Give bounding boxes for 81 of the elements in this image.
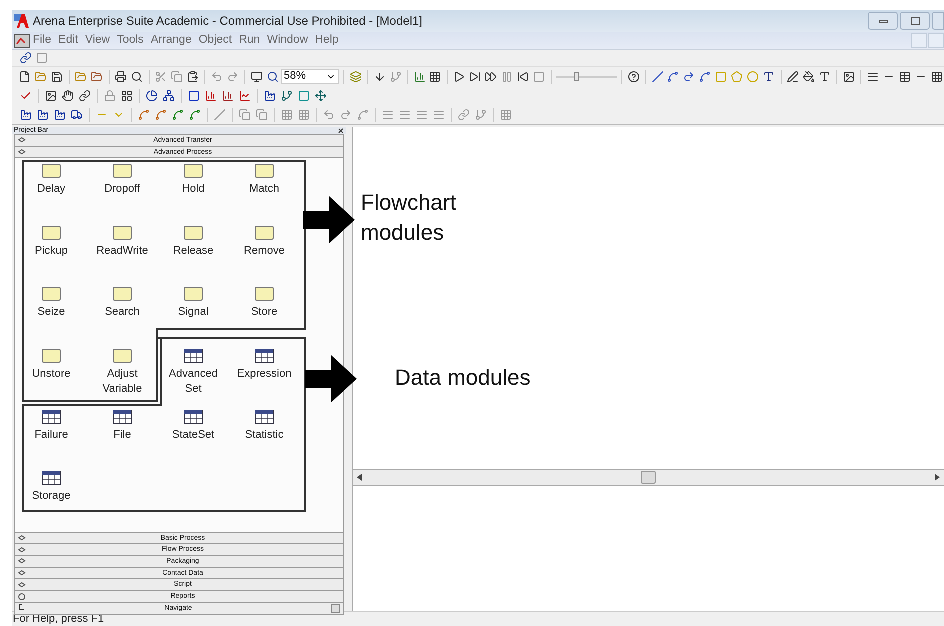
menu-item[interactable]: Object	[198, 32, 232, 50]
menu-item[interactable]: File	[33, 32, 52, 50]
line-icon[interactable]	[650, 68, 665, 84]
move-icon[interactable]	[313, 88, 329, 104]
app-logo-icon	[14, 13, 30, 29]
module-item[interactable]: ReadWrite	[87, 226, 158, 288]
module-item[interactable]: Store	[229, 287, 300, 349]
module-item[interactable]: Match	[229, 164, 300, 226]
menu-item[interactable]: Arrange	[150, 32, 192, 50]
annotation-text: Flowchart modules	[361, 189, 458, 247]
menu-item[interactable]: View	[85, 32, 110, 50]
menu-item[interactable]: Run	[239, 32, 260, 50]
module-item[interactable]: Statistic	[229, 410, 300, 472]
help-icon[interactable]	[626, 68, 642, 84]
module-item[interactable]: Search	[87, 287, 158, 349]
network-icon[interactable]	[161, 88, 177, 104]
scroll-thumb[interactable]	[641, 471, 656, 484]
fill-color-icon[interactable]	[802, 68, 817, 84]
table-icon	[255, 348, 274, 363]
window-title: Arena Enterprise Suite Academic - Commercial Use Prohibited - [Model1]	[33, 13, 422, 30]
module-item[interactable]: Dropoff	[87, 164, 158, 226]
arrow-icon	[305, 355, 357, 403]
module-shape-icon	[42, 226, 61, 240]
table-icon	[184, 348, 203, 363]
document-icon[interactable]	[14, 34, 30, 48]
module-shape-icon	[113, 348, 132, 363]
print-icon[interactable]	[114, 68, 129, 84]
module-shape-icon	[255, 164, 274, 178]
table-icon	[42, 410, 61, 424]
module-item[interactable]: Expression	[229, 348, 300, 410]
chain-icon[interactable]	[18, 50, 34, 66]
module-shape-icon	[184, 164, 203, 178]
module-shape-icon	[42, 287, 61, 302]
minimize-button[interactable]	[868, 12, 898, 30]
module-shape-icon	[42, 348, 61, 363]
pie-chart-icon[interactable]	[144, 88, 160, 104]
panel-icon[interactable]	[331, 604, 340, 613]
maximize-button[interactable]	[900, 12, 930, 30]
module-item[interactable]: Release	[158, 226, 229, 288]
module-shape-icon	[184, 226, 203, 240]
close-icon[interactable]	[338, 128, 344, 134]
module-item[interactable]: Pickup	[16, 226, 87, 288]
module-shape-icon	[113, 287, 132, 302]
module-item[interactable]: Failure	[16, 410, 87, 472]
module-item[interactable]: Hold	[158, 164, 229, 226]
link-icon[interactable]	[77, 88, 93, 104]
module-item[interactable]: Advanced Set	[158, 348, 229, 410]
module-item[interactable]: Storage	[16, 471, 87, 533]
module-item[interactable]: Seize	[16, 287, 87, 349]
module-shape-icon	[255, 226, 274, 240]
menu-item[interactable]: Edit	[58, 32, 78, 50]
menu-item[interactable]: Window	[267, 32, 308, 50]
module-item[interactable]: Adjust Variable	[87, 348, 158, 410]
table-icon	[184, 410, 203, 424]
module-item[interactable]: File	[87, 410, 158, 472]
module-shape-icon	[113, 164, 132, 178]
hand-icon[interactable]	[60, 88, 76, 104]
scroll-right-icon[interactable]	[935, 474, 940, 481]
module-item[interactable]: Remove	[229, 226, 300, 288]
table-icon	[113, 410, 132, 424]
module-item[interactable]: Signal	[158, 287, 229, 349]
line-color-icon[interactable]	[786, 68, 801, 84]
arrow-icon	[303, 196, 355, 244]
scroll-left-icon[interactable]	[357, 474, 362, 481]
zoom-dropdown[interactable]: 58%	[281, 69, 340, 84]
table-icon	[42, 471, 61, 486]
globe-icon	[18, 592, 26, 600]
module-item[interactable]: Unstore	[16, 348, 87, 410]
module-shape-icon	[184, 287, 203, 302]
module-shape-icon	[255, 287, 274, 302]
table-icon	[255, 410, 274, 424]
menu-item[interactable]: Tools	[117, 32, 144, 50]
annotation-text: Data modules	[395, 364, 531, 392]
menu-item[interactable]: Help	[315, 32, 339, 50]
layers-icon[interactable]	[348, 68, 364, 84]
module-shape-icon	[113, 226, 132, 240]
speed-slider[interactable]	[556, 70, 618, 82]
module-shape-icon	[42, 164, 61, 178]
module-item[interactable]: Delay	[16, 164, 87, 226]
horizontal-scrollbar[interactable]	[353, 469, 944, 486]
module-item[interactable]: StateSet	[158, 410, 229, 472]
